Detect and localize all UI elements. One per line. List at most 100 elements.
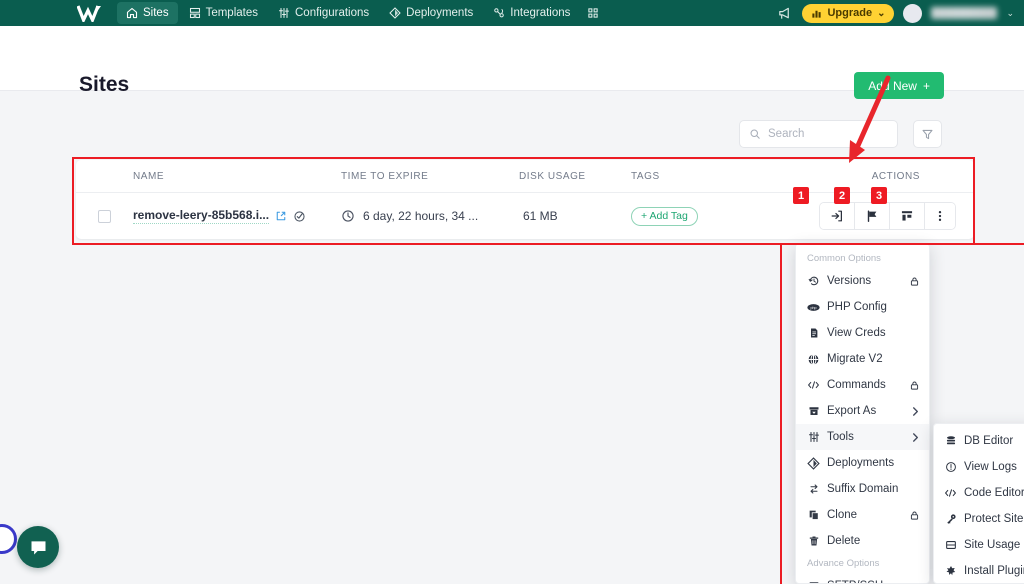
menu-item-tools[interactable]: Tools [796,424,929,450]
site-stats-button[interactable] [890,203,925,229]
nav-label-deployments: Deployments [406,7,474,19]
brand-logo[interactable] [73,2,109,24]
database-icon [944,435,957,447]
annotation-badge-1: 1 [793,187,809,204]
info-circle-icon [944,461,957,473]
nav-item-deployments[interactable]: Deployments [380,2,482,24]
flag-icon [867,210,877,222]
chat-bubble-icon [31,540,45,554]
flag-button[interactable] [855,203,890,229]
terminal-icon [807,580,820,583]
migrate-icon [807,353,820,366]
menu-item-suffix-domain[interactable]: Suffix Domain [796,476,929,502]
lock-icon [909,380,920,391]
menu-label-commands: Commands [827,379,886,391]
menu-label-view-creds: View Creds [827,327,886,339]
chevron-right-icon [911,406,920,417]
clock-icon [342,210,354,222]
database-columns-icon [901,211,913,221]
chevron-right-icon [911,432,920,443]
nav-label-configurations: Configurations [295,7,370,19]
templates-icon [189,7,200,19]
annotation-badge-3: 3 [871,187,887,204]
add-new-label: Add New [868,78,917,93]
search-input[interactable] [768,128,878,140]
trash-icon [807,535,820,547]
row-checkbox-cell [76,209,133,223]
menu-item-deployments[interactable]: Deployments [796,450,929,476]
submenu-label-site-usage: Site Usage [964,539,1021,551]
header-tags: TAGS [631,170,660,182]
submenu-item-protect-site[interactable]: Protect Site [934,506,1024,532]
menu-label-export-as: Export As [827,405,877,417]
nav-item-sites[interactable]: Sites [117,2,178,24]
header-actions: ACTIONS [871,170,920,182]
submenu-label-code-editor: Code Editor [964,487,1024,499]
search-icon [750,129,760,139]
submenu-item-site-usage[interactable]: Site Usage [934,532,1024,558]
menu-item-view-creds[interactable]: View Creds [796,320,929,346]
nav-label-integrations: Integrations [510,7,571,19]
user-menu-caret-icon[interactable]: ⌄ [1006,8,1014,19]
deployments-icon [807,456,820,470]
site-name-link[interactable]: remove-leery-85b568.i... [133,208,270,224]
external-link-icon[interactable] [275,210,287,222]
lock-icon [909,276,920,287]
menu-label-clone: Clone [827,509,858,521]
lock-icon [909,510,920,521]
nav-right-cluster: Upgrade ⌄ ⌄ [775,3,1014,23]
sliders-icon [807,431,820,443]
menu-item-export-as[interactable]: Export As [796,398,929,424]
submenu-item-code-editor[interactable]: Code Editor [934,480,1024,506]
row-time-cell: 6 day, 22 hours, 34 ... [341,209,516,223]
nav-item-templates[interactable]: Templates [180,2,267,24]
avatar[interactable] [903,3,923,23]
row-checkbox[interactable] [98,209,111,223]
w-logo-icon [77,5,101,22]
menu-item-sftp-ssh[interactable]: SFTP/SSH [796,573,929,583]
search-box[interactable] [739,120,898,148]
menu-item-versions[interactable]: Versions [796,268,929,294]
menu-item-clone[interactable]: Clone [796,502,929,528]
header-disk-usage: DISK USAGE [519,170,586,182]
menu-label-sftp-ssh: SFTP/SSH [827,580,913,583]
menu-item-commands[interactable]: Commands [796,372,929,398]
nav-label-templates: Templates [205,7,258,19]
nav-item-apps[interactable] [581,2,605,24]
user-name-redacted [931,7,998,19]
menu-item-migrate-v2[interactable]: Migrate V2 [796,346,929,372]
nav-item-integrations[interactable]: Integrations [484,2,579,24]
chat-widget-button[interactable] [17,526,59,568]
submenu-item-db-editor[interactable]: DB Editor [934,428,1024,454]
submenu-item-view-logs[interactable]: View Logs [934,454,1024,480]
status-check-circle-icon[interactable] [293,210,306,223]
nav-item-configurations[interactable]: Configurations [269,2,378,24]
login-arrow-icon [831,210,842,222]
menu-label-deployments: Deployments [827,457,895,469]
add-tag-button[interactable]: + Add Tag [631,206,698,226]
svg-text:php: php [810,306,816,310]
menu-label-versions: Versions [827,275,872,287]
menu-item-php-config[interactable]: php PHP Config [796,294,929,320]
secondary-widget-ring[interactable] [0,524,17,554]
megaphone-button[interactable] [775,4,793,22]
row-tags-cell: + Add Tag [631,206,796,226]
row-disk-usage: 61 MB [523,209,558,223]
menu-item-delete[interactable]: Delete [796,528,929,554]
export-icon [807,405,820,417]
login-to-site-button[interactable] [820,203,855,229]
add-new-button[interactable]: Add New + [854,72,944,99]
submenu-item-install-plugins[interactable]: Install Plugins [934,558,1024,583]
copy-icon [807,509,820,521]
usage-icon [944,539,957,551]
sliders-icon [278,7,290,19]
menu-label-delete: Delete [827,535,861,547]
app-root: Sites Templates Configurations Deploymen… [0,0,1024,584]
filter-button[interactable] [913,120,942,148]
more-options-button[interactable] [925,203,955,229]
history-icon [807,275,820,287]
submenu-label-db-editor: DB Editor [964,435,1014,447]
site-options-menu: Common Options Versions php PHP Config V… [795,243,930,584]
header-time-to-expire: TIME TO EXPIRE [341,170,429,182]
upgrade-button[interactable]: Upgrade ⌄ [802,3,895,23]
